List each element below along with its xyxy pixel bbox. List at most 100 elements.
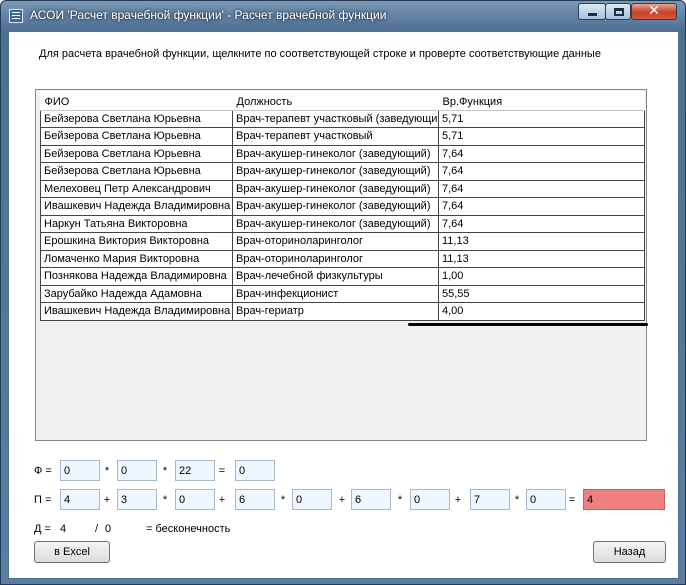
d-result-text: = бесконечность xyxy=(146,523,231,535)
cell-position: Врач-акушер-гинеколог (заведующий) xyxy=(232,214,439,233)
pi-input-4[interactable] xyxy=(235,489,275,510)
pi-op-9: = xyxy=(568,494,576,506)
pi-op-3: + xyxy=(218,494,226,506)
cell-position: Врач-акушер-гинеколог (заведующий) xyxy=(232,179,439,198)
cell-function: 11,13 xyxy=(438,249,645,268)
cell-position: Врач-оториноларинголог xyxy=(232,249,439,268)
pi-input-7[interactable] xyxy=(410,489,450,510)
cell-fio: Наркун Татьяна Викторовна xyxy=(40,214,233,233)
cell-position: Врач-оториноларинголог xyxy=(232,232,439,251)
cell-function: 7,64 xyxy=(438,179,645,198)
cell-function: 11,13 xyxy=(438,232,645,251)
back-button[interactable]: Назад xyxy=(593,541,666,563)
table-row[interactable]: Бейзерова Светлана Юрьевна Врач-акушер-ги… xyxy=(40,162,645,181)
pi-label: П = xyxy=(34,494,52,506)
pi-input-3[interactable] xyxy=(175,489,215,510)
table-row[interactable]: Мелеховец Петр Александрович Врач-акушер-… xyxy=(40,179,645,198)
maximize-button[interactable] xyxy=(605,3,631,20)
highlight-underline xyxy=(408,323,648,326)
table-row[interactable]: Ерошкина Виктория Викторовна Врач-оторино… xyxy=(40,232,645,251)
close-button[interactable]: ✕ xyxy=(631,3,677,20)
cell-position: Врач-акушер-гинеколог (заведующий) xyxy=(232,162,439,181)
cell-fio: Бейзерова Светлана Юрьевна xyxy=(40,162,233,181)
title-bar[interactable]: АСОИ 'Расчет врачебной функции' - Расчет… xyxy=(1,1,685,31)
phi-input-3[interactable] xyxy=(175,460,215,481)
column-header-function[interactable]: Вр.Функция xyxy=(438,91,645,111)
pi-input-2[interactable] xyxy=(117,489,157,510)
pi-input-1[interactable] xyxy=(60,489,100,510)
cell-fio: Ерошкина Виктория Викторовна xyxy=(40,232,233,251)
cell-fio: Бейзерова Светлана Юрьевна xyxy=(40,144,233,163)
data-grid[interactable]: ФИО Должность Вр.Функция Бейзерова Светл… xyxy=(35,89,648,441)
phi-input-2[interactable] xyxy=(117,460,157,481)
cell-function: 5,71 xyxy=(438,109,645,128)
cell-fio: Бейзерова Светлана Юрьевна xyxy=(40,127,233,146)
d-slash: / xyxy=(95,523,99,535)
cell-function: 7,64 xyxy=(438,144,645,163)
pi-op-1: + xyxy=(103,494,111,506)
pi-op-6: * xyxy=(397,494,403,506)
table-row[interactable]: Познякова Надежда Владимировна Врач-лечеб… xyxy=(40,267,645,286)
maximize-icon xyxy=(614,8,624,16)
cell-function: 7,64 xyxy=(438,197,645,216)
phi-input-1[interactable] xyxy=(60,460,100,481)
pi-input-8[interactable] xyxy=(470,489,510,510)
d-denominator: 0 xyxy=(105,523,112,535)
cell-fio: Ивашкевич Надежда Владимировна xyxy=(40,197,233,216)
cell-function: 7,64 xyxy=(438,162,645,181)
cell-position: Врач-терапевт участковый xyxy=(232,127,439,146)
table-row[interactable]: Ивашкевич Надежда Владимировна Врач-акуше… xyxy=(40,197,645,216)
table-row[interactable]: Ломаченко Мария Викторовна Врач-оторинола… xyxy=(40,249,645,268)
cell-position: Врач-терапевт участковый (заведующи xyxy=(232,109,439,128)
grid-table: ФИО Должность Вр.Функция Бейзерова Светл… xyxy=(40,91,645,321)
d-label: Д = xyxy=(34,523,51,535)
table-row[interactable]: Бейзерова Светлана Юрьевна Врач-акушер-ги… xyxy=(40,144,645,163)
cell-function: 55,55 xyxy=(438,284,645,303)
pi-input-5[interactable] xyxy=(292,489,332,510)
window-title: АСОИ 'Расчет врачебной функции' - Расчет… xyxy=(30,8,387,22)
table-row[interactable]: Бейзерова Светлана Юрьевна Врач-терапевт … xyxy=(40,109,645,128)
close-icon: ✕ xyxy=(648,3,660,19)
cell-position: Врач-гериатр xyxy=(232,302,439,321)
cell-function: 4,00 xyxy=(438,302,645,321)
pi-result-field[interactable] xyxy=(583,489,665,510)
cell-fio: Ломаченко Мария Викторовна xyxy=(40,249,233,268)
d-numerator: 4 xyxy=(60,523,67,535)
pi-op-7: + xyxy=(454,494,462,506)
pi-op-2: * xyxy=(162,494,168,506)
minimize-icon xyxy=(588,13,597,16)
minimize-button[interactable] xyxy=(578,3,606,20)
cell-position: Врач-лечебной физкультуры xyxy=(232,267,439,286)
cell-fio: Познякова Надежда Владимировна xyxy=(40,267,233,286)
cell-position: Врач-акушер-гинеколог (заведующий) xyxy=(232,144,439,163)
cell-function: 7,64 xyxy=(438,214,645,233)
grid-header-row: ФИО Должность Вр.Функция xyxy=(40,91,645,111)
pi-op-5: + xyxy=(338,494,346,506)
cell-fio: Ивашкевич Надежда Владимировна xyxy=(40,302,233,321)
phi-result-field[interactable] xyxy=(235,460,275,481)
pi-input-9[interactable] xyxy=(526,489,566,510)
app-icon xyxy=(9,9,23,23)
phi-op-3: = xyxy=(218,465,226,477)
instruction-text: Для расчета врачебной функции, щелкните … xyxy=(39,48,601,60)
column-header-position[interactable]: Должность xyxy=(232,91,439,111)
table-row[interactable]: Наркун Татьяна Викторовна Врач-акушер-гин… xyxy=(40,214,645,233)
cell-fio: Зарубайко Надежда Адамовна xyxy=(40,284,233,303)
cell-fio: Мелеховец Петр Александрович xyxy=(40,179,233,198)
phi-op-1: * xyxy=(104,465,110,477)
phi-label: Ф = xyxy=(34,465,52,477)
table-row[interactable]: Ивашкевич Надежда Владимировна Врач-гериа… xyxy=(40,302,645,321)
client-area: Для расчета врачебной функции, щелкните … xyxy=(8,31,679,579)
phi-op-2: * xyxy=(162,465,168,477)
app-window: АСОИ 'Расчет врачебной функции' - Расчет… xyxy=(0,0,686,585)
pi-op-8: * xyxy=(514,494,520,506)
table-row[interactable]: Зарубайко Надежда Адамовна Врач-инфекцион… xyxy=(40,284,645,303)
cell-function: 5,71 xyxy=(438,127,645,146)
pi-input-6[interactable] xyxy=(351,489,391,510)
cell-position: Врач-акушер-гинеколог (заведующий) xyxy=(232,197,439,216)
column-header-fio[interactable]: ФИО xyxy=(40,91,233,111)
cell-function: 1,00 xyxy=(438,267,645,286)
export-excel-button[interactable]: в Excel xyxy=(34,541,110,563)
table-row[interactable]: Бейзерова Светлана Юрьевна Врач-терапевт … xyxy=(40,127,645,146)
cell-position: Врач-инфекционист xyxy=(232,284,439,303)
